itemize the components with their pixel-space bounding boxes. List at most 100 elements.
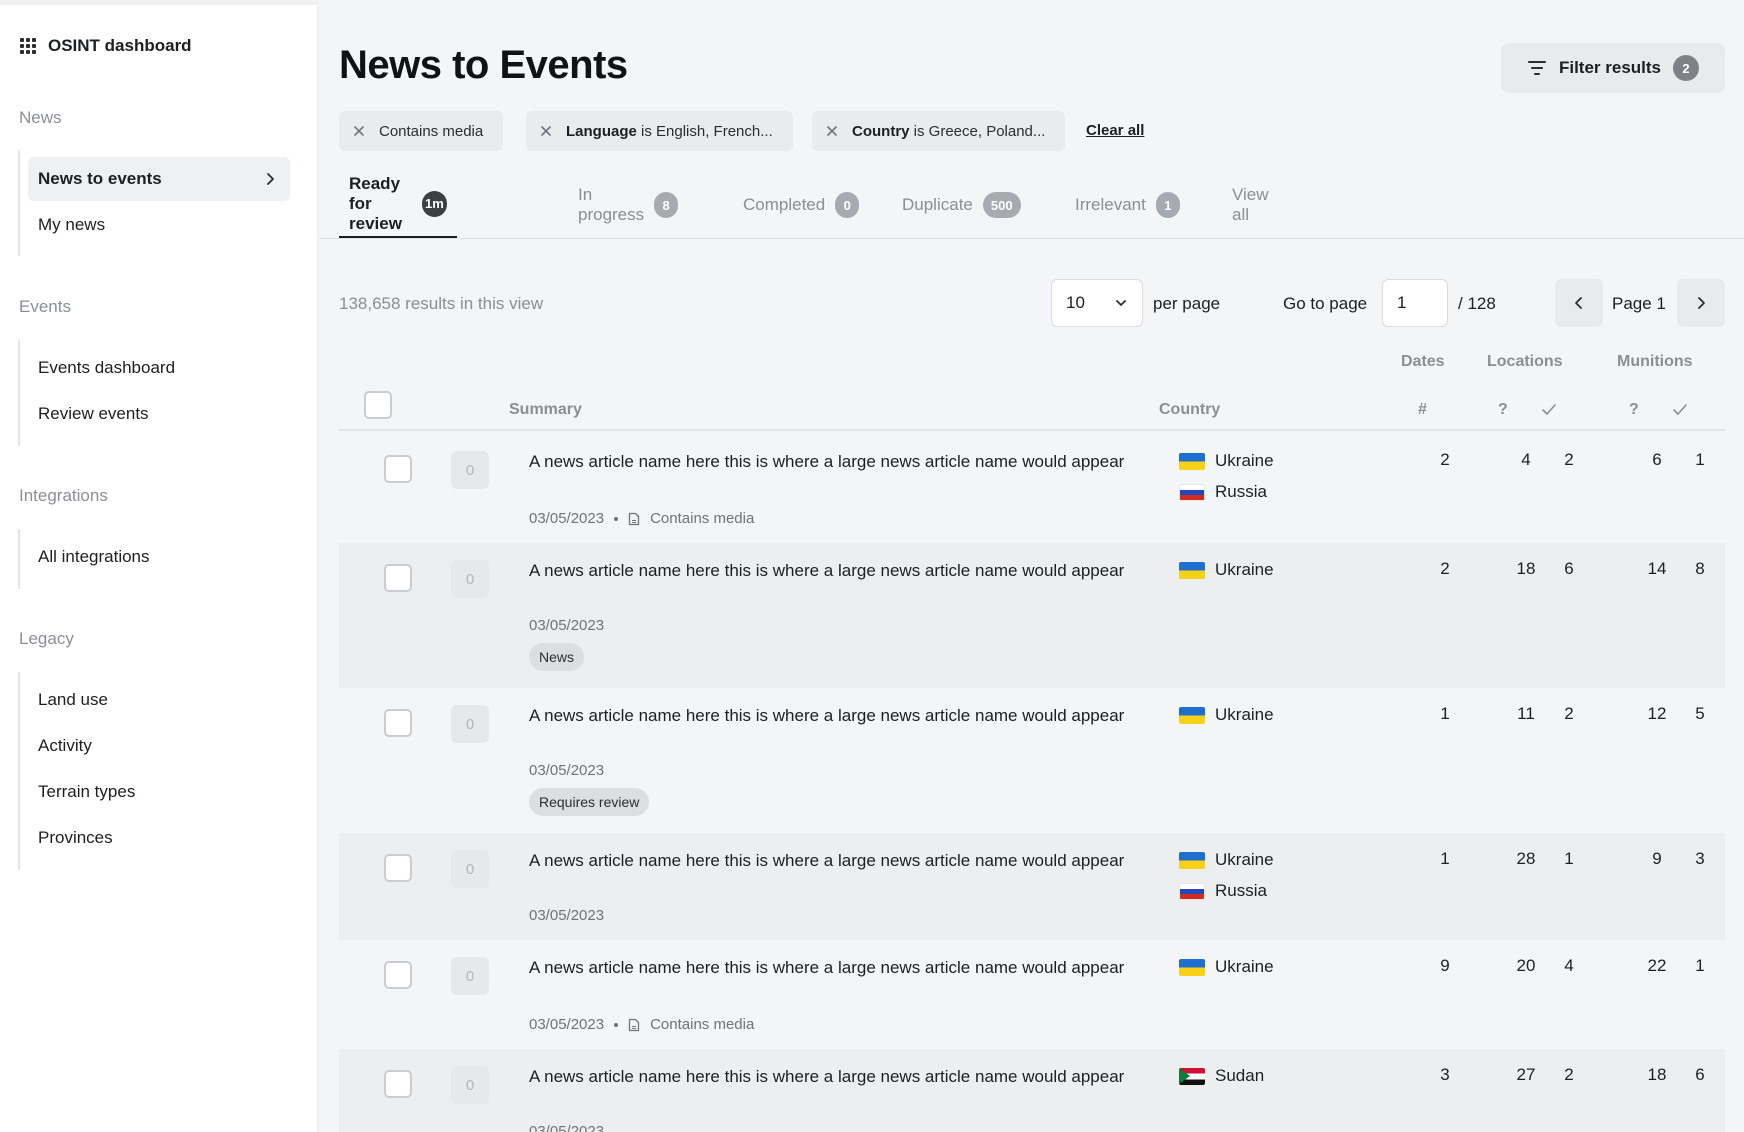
row-summary[interactable]: A news article name here this is where a… xyxy=(529,558,1129,583)
row-checkbox[interactable] xyxy=(384,1070,412,1098)
per-page-value: 10 xyxy=(1066,293,1085,312)
tab-irrelevant[interactable]: Irrelevant 1 xyxy=(1065,171,1190,239)
sidebar-item-review-events[interactable]: Review events xyxy=(28,392,290,436)
sidebar-item-terrain-types[interactable]: Terrain types xyxy=(28,770,290,814)
grid-icon xyxy=(20,38,36,54)
results-count: 138,658 results in this view xyxy=(339,294,544,313)
country-name: Russia xyxy=(1215,482,1267,501)
row-munitions-verified: 5 xyxy=(1695,704,1705,723)
row-date: 03/05/2023 xyxy=(529,762,605,779)
row-checkbox[interactable] xyxy=(384,709,412,737)
row-country: Sudan xyxy=(1179,1065,1264,1087)
row-munitions-verified: 6 xyxy=(1695,1065,1705,1084)
sidebar-item-my-news[interactable]: My news xyxy=(28,203,290,247)
sidebar-item-land-use[interactable]: Land use xyxy=(28,678,290,722)
app-brand[interactable]: OSINT dashboard xyxy=(20,34,192,58)
row-meta: 03/05/2023 xyxy=(529,617,604,634)
sidebar-item-events-dashboard[interactable]: Events dashboard xyxy=(28,346,290,390)
row-checkbox[interactable] xyxy=(384,854,412,882)
tab-count: 1 xyxy=(1155,192,1180,218)
per-page-select[interactable]: 10 xyxy=(1051,279,1143,327)
filter-chip-media[interactable]: Contains media xyxy=(339,111,504,151)
column-header-dates-count: # xyxy=(1418,401,1427,418)
tab-in-progress[interactable]: In progress 8 xyxy=(568,171,688,239)
sidebar-item-news-to-events[interactable]: News to events xyxy=(28,157,290,201)
close-icon[interactable] xyxy=(353,125,365,137)
sidebar-item-label: Events dashboard xyxy=(38,358,176,377)
row-checkbox[interactable] xyxy=(384,564,412,592)
sidebar-item-activity[interactable]: Activity xyxy=(28,724,290,768)
row-summary[interactable]: A news article name here this is where a… xyxy=(529,449,1129,474)
row-date: 03/05/2023 xyxy=(529,510,605,527)
total-pages: / 128 xyxy=(1458,294,1496,313)
row-locations-unverified: 20 xyxy=(1516,956,1536,975)
country-name: Russia xyxy=(1215,881,1267,900)
group-header-munitions: Munitions xyxy=(1617,353,1693,370)
tab-completed[interactable]: Completed 0 xyxy=(733,171,869,239)
table-row[interactable]: 0 A news article name here this is where… xyxy=(339,688,1725,833)
sidebar-top-strip xyxy=(0,0,318,5)
column-header-locations-unverified: ? xyxy=(1498,401,1508,418)
row-country: Russia xyxy=(1179,481,1267,503)
close-icon[interactable] xyxy=(540,125,552,137)
separator-dot xyxy=(614,1022,619,1027)
close-icon[interactable] xyxy=(826,125,838,137)
current-page-label: Page 1 xyxy=(1612,294,1666,313)
row-summary[interactable]: A news article name here this is where a… xyxy=(529,1064,1129,1089)
row-munitions-unverified: 9 xyxy=(1652,849,1662,868)
filter-chip-language[interactable]: Language is English, French... xyxy=(526,111,793,151)
row-locations-unverified: 28 xyxy=(1516,849,1536,868)
tab-view-all[interactable]: View all xyxy=(1222,171,1279,239)
filter-chip-country[interactable]: Country is Greece, Poland... xyxy=(812,111,1066,151)
tab-count: 500 xyxy=(982,192,1021,218)
row-checkbox[interactable] xyxy=(384,961,412,989)
sidebar-item-label: News to events xyxy=(38,169,162,188)
chevron-down-icon xyxy=(1116,300,1126,306)
row-munitions-unverified: 22 xyxy=(1647,956,1667,975)
row-checkbox[interactable] xyxy=(384,455,412,483)
document-icon xyxy=(628,512,640,525)
next-page-button[interactable] xyxy=(1677,279,1725,327)
sidebar-item-provinces[interactable]: Provinces xyxy=(28,816,290,860)
tab-label: In progress xyxy=(578,185,645,224)
go-to-page-input[interactable] xyxy=(1382,279,1448,327)
row-locations-unverified: 18 xyxy=(1516,559,1536,578)
tab-label: Ready for review xyxy=(349,173,402,233)
row-summary[interactable]: A news article name here this is where a… xyxy=(529,955,1129,980)
row-dates-count: 1 xyxy=(1440,849,1450,868)
row-summary[interactable]: A news article name here this is where a… xyxy=(529,703,1129,728)
table-row[interactable]: 0 A news article name here this is where… xyxy=(339,431,1725,543)
row-date: 03/05/2023 xyxy=(529,907,605,924)
row-tag: News xyxy=(529,643,585,671)
sidebar-item-label: Terrain types xyxy=(38,782,136,801)
chevron-left-icon xyxy=(1575,297,1582,309)
app-title: OSINT dashboard xyxy=(48,36,192,55)
section-label-integrations: Integrations xyxy=(19,486,108,505)
row-tag: Requires review xyxy=(529,788,650,816)
table-row[interactable]: 0 A news article name here this is where… xyxy=(339,1049,1725,1132)
sidebar-item-all-integrations[interactable]: All integrations xyxy=(28,535,290,579)
filter-results-button[interactable]: Filter results 2 xyxy=(1501,43,1725,93)
prev-page-button[interactable] xyxy=(1555,279,1603,327)
section-label-legacy: Legacy xyxy=(19,629,74,648)
tab-ready-for-review[interactable]: Ready for review 1m xyxy=(339,171,457,239)
tab-duplicate[interactable]: Duplicate 500 xyxy=(892,171,1031,239)
row-locations-unverified: 4 xyxy=(1521,450,1531,469)
table-row[interactable]: 0 A news article name here this is where… xyxy=(339,940,1725,1049)
check-icon xyxy=(1542,404,1556,415)
chip-field: Language xyxy=(566,122,637,140)
main-content: News to Events Filter results 2 Contains… xyxy=(319,5,1744,1132)
row-munitions-unverified: 6 xyxy=(1652,450,1662,469)
flag-ukraine-icon xyxy=(1179,706,1205,724)
clear-all-link[interactable]: Clear all xyxy=(1086,122,1144,139)
row-date: 03/05/2023 xyxy=(529,1123,605,1132)
row-summary[interactable]: A news article name here this is where a… xyxy=(529,848,1129,873)
chevron-right-icon xyxy=(1698,297,1705,309)
chip-label: Language is English, French... xyxy=(566,123,773,140)
table-row[interactable]: 0 A news article name here this is where… xyxy=(339,543,1725,688)
table-row[interactable]: 0 A news article name here this is where… xyxy=(339,833,1725,940)
tab-label: Irrelevant xyxy=(1075,195,1146,214)
select-all-checkbox[interactable] xyxy=(364,391,392,419)
row-country: Ukraine xyxy=(1179,956,1274,978)
row-event-count: 0 xyxy=(451,451,489,489)
